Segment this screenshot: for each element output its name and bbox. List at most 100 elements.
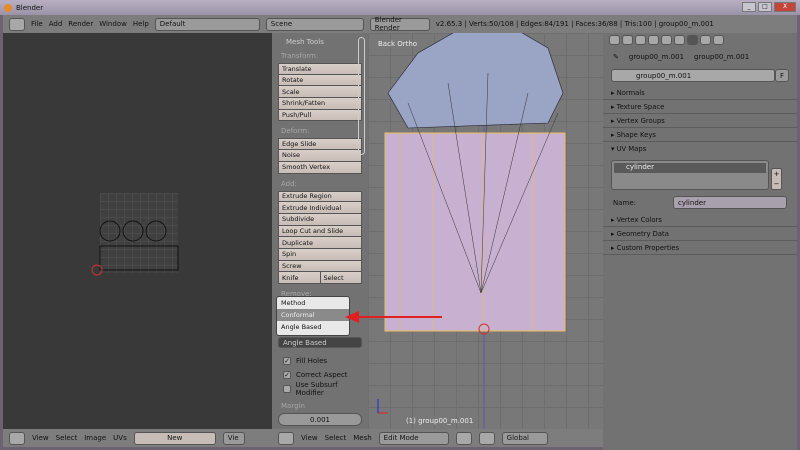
render-engine-select[interactable]: Blender Render <box>369 16 430 32</box>
fake-user-button[interactable]: F <box>775 69 789 82</box>
mesh-name-field[interactable]: group00_m.001 <box>611 69 775 82</box>
pin-icon[interactable]: ✎ <box>613 53 619 61</box>
info-header: File Add Render Window Help Default Scen… <box>3 15 797 33</box>
properties-editor: ✎ group00_m.001 group00_m.001 group00_m.00… <box>603 33 797 450</box>
menu-file[interactable]: File <box>31 20 43 28</box>
tools-scrollbar[interactable] <box>358 37 365 155</box>
view-menu-select[interactable]: Select <box>325 434 347 442</box>
extrude-region-button[interactable]: Extrude Region <box>278 190 362 203</box>
translate-button[interactable]: Translate <box>278 63 362 75</box>
panel-custom-properties[interactable]: ▸ Custom Properties <box>603 241 797 255</box>
uv-editor-type-icon[interactable] <box>9 431 25 445</box>
close-button[interactable]: X <box>774 2 796 12</box>
object-tab-icon[interactable] <box>648 35 659 45</box>
scale-button[interactable]: Scale <box>278 86 362 99</box>
noise-button[interactable]: Noise <box>278 150 362 162</box>
panel-uv-maps[interactable]: ▾ UV Maps <box>603 142 797 156</box>
screw-button[interactable]: Screw <box>278 260 362 273</box>
uv-islands <box>91 220 179 276</box>
mesh-data-tab-icon[interactable] <box>687 35 698 45</box>
panel-vertex-colors[interactable]: ▸ Vertex Colors <box>603 213 797 227</box>
modifiers-tab-icon[interactable] <box>674 35 685 45</box>
option-angle-based[interactable]: Angle Based <box>277 321 349 333</box>
orientation-select[interactable]: Global <box>501 431 548 445</box>
view-menu-view[interactable]: View <box>301 434 318 442</box>
mesh-tools-panel: Mesh Tools Transform: Translate Rotate S… <box>272 33 368 429</box>
correct-aspect-label: Correct Aspect <box>296 371 348 379</box>
breadcrumb-object: group00_m.001 <box>628 53 685 61</box>
uv-editor[interactable] <box>3 33 272 429</box>
texture-tab-icon[interactable] <box>713 35 724 45</box>
title-bar: Blender _ □ X <box>0 0 800 15</box>
smooth-vertex-button[interactable]: Smooth Vertex <box>278 161 362 174</box>
panel-shape-keys[interactable]: ▸ Shape Keys <box>603 128 797 142</box>
window-title: Blender <box>16 3 44 12</box>
scene-tab-icon[interactable] <box>622 35 633 45</box>
editor-type-icon[interactable] <box>9 17 25 31</box>
red-arrow-annotation <box>345 311 442 323</box>
option-conformal[interactable]: Conformal <box>277 309 349 321</box>
minimize-button[interactable]: _ <box>742 2 756 12</box>
shrink-fatten-button[interactable]: Shrink/Fatten <box>278 98 362 110</box>
pivot-select-icon[interactable] <box>478 431 495 445</box>
world-tab-icon[interactable] <box>635 35 646 45</box>
uv-map-item[interactable]: cylinder <box>614 163 766 173</box>
new-image-button[interactable]: New <box>133 431 216 445</box>
margin-slider[interactable]: 0.001 <box>278 413 362 426</box>
uv-menu-select[interactable]: Select <box>56 434 78 442</box>
menu-add[interactable]: Add <box>49 20 63 28</box>
knife-button[interactable]: Knife <box>278 272 321 284</box>
menu-window[interactable]: Window <box>99 20 127 28</box>
duplicate-button[interactable]: Duplicate <box>278 237 362 249</box>
dropdown-title: Method <box>281 299 306 307</box>
breadcrumb: ✎ group00_m.001 group00_m.001 <box>603 47 797 67</box>
extrude-individual-button[interactable]: Extrude Individual <box>278 202 362 214</box>
rotate-button[interactable]: Rotate <box>278 74 362 87</box>
panel-geometry-data[interactable]: ▸ Geometry Data <box>603 227 797 241</box>
panel-normals[interactable]: ▸ Normals <box>603 86 797 100</box>
shading-select-icon[interactable] <box>455 431 472 445</box>
view-select[interactable]: Vie <box>222 431 245 445</box>
viewport-header: View Select Mesh Edit Mode Global <box>272 429 603 447</box>
render-tab-icon[interactable] <box>609 35 620 45</box>
mesh-tools-header[interactable]: Mesh Tools <box>286 38 362 46</box>
constraints-tab-icon[interactable] <box>661 35 672 45</box>
section-deform: Deform: <box>281 127 310 136</box>
3d-viewport[interactable]: Back Ortho (1) group00_m.001 <box>368 33 603 429</box>
edge-slide-button[interactable]: Edge Slide <box>278 138 362 151</box>
method-dropdown: Method Conformal Angle Based <box>276 296 350 336</box>
layout-select[interactable]: Default <box>154 17 260 31</box>
use-subsurf-label: Use Subsurf Modifier <box>295 381 338 397</box>
panel-vertex-groups[interactable]: ▸ Vertex Groups <box>603 114 797 128</box>
breadcrumb-mesh: group00_m.001 <box>694 53 750 61</box>
uv-name-field[interactable]: cylinder <box>673 196 787 209</box>
uv-menu-view[interactable]: View <box>32 434 49 442</box>
uv-menu-image[interactable]: Image <box>84 434 106 442</box>
uv-map-list: cylinder <box>611 160 769 190</box>
margin-label: Margin <box>281 402 305 410</box>
scene-select[interactable]: Scene <box>265 17 364 31</box>
menu-help[interactable]: Help <box>133 20 149 28</box>
panel-texture-space[interactable]: ▸ Texture Space <box>603 100 797 114</box>
blender-logo-icon <box>4 3 12 12</box>
correct-aspect-checkbox[interactable]: ✓ Correct Aspect <box>278 368 362 382</box>
maximize-button[interactable]: □ <box>758 2 772 12</box>
use-subsurf-checkbox[interactable]: Use Subsurf Modifier <box>278 381 362 397</box>
mode-select[interactable]: Edit Mode <box>378 431 449 445</box>
knife-select-button[interactable]: Select <box>320 272 362 284</box>
fill-holes-checkbox[interactable]: ✓ Fill Holes <box>278 354 362 368</box>
viewport-editor-type-icon[interactable] <box>278 431 294 445</box>
push-pull-button[interactable]: Push/Pull <box>278 109 362 122</box>
mesh-view <box>377 33 566 429</box>
object-label: (1) group00_m.001 <box>406 417 474 425</box>
uv-menu-uvs[interactable]: UVs <box>113 434 127 442</box>
properties-tabs <box>603 33 797 47</box>
subdivide-button[interactable]: Subdivide <box>278 213 362 226</box>
uv-add-remove-buttons[interactable]: + − <box>771 168 782 190</box>
view-menu-mesh[interactable]: Mesh <box>353 434 371 442</box>
spin-button[interactable]: Spin <box>278 248 362 261</box>
unwrap-method-select[interactable]: Angle Based <box>278 337 362 348</box>
menu-render[interactable]: Render <box>68 20 93 28</box>
material-tab-icon[interactable] <box>700 35 711 45</box>
loop-cut-button[interactable]: Loop Cut and Slide <box>278 225 362 238</box>
